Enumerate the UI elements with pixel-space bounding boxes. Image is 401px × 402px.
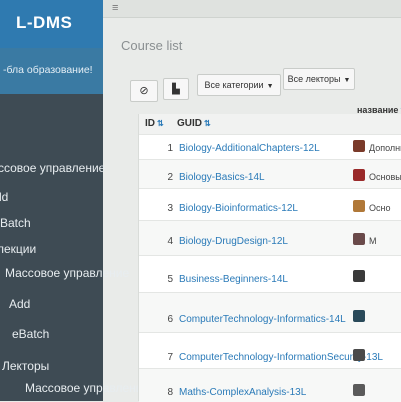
row-name: Основы (369, 172, 401, 182)
course-thumbnail (353, 384, 365, 396)
nav-item-batch[interactable]: Batch (0, 216, 31, 230)
menu-icon[interactable]: ≡ (112, 2, 118, 14)
row-id: 5 (167, 274, 173, 285)
nav-item-lectures-ebatch[interactable]: eBatch (12, 327, 49, 341)
chevron-down-icon: ▼ (343, 77, 351, 84)
brand-logo-text: L-DMS (16, 13, 73, 32)
nav-item-lectures-add[interactable]: Add (9, 297, 30, 311)
row-id: 1 (167, 143, 173, 154)
course-thumbnail (353, 270, 365, 282)
sort-icon: ⇅ (204, 119, 211, 128)
main-content: Course list ⊘ ▙ Все категории ▼ Все лекто… (103, 18, 401, 402)
course-thumbnail (353, 169, 365, 181)
chevron-down-icon: ▼ (266, 83, 274, 90)
row-guid-link[interactable]: Biology-AdditionalChapters-12L (179, 143, 320, 154)
table-row[interactable]: 7 ComputerTechnology-InformationSecurity… (139, 332, 401, 369)
nav-item-lectures[interactable]: лекции (0, 242, 36, 256)
row-guid-link[interactable]: Biology-DrugDesign-12L (179, 236, 288, 247)
categories-select[interactable]: Все категории ▼ (197, 74, 281, 96)
course-thumbnail (353, 200, 365, 212)
row-name: М (369, 236, 377, 246)
nav-item-lecturers[interactable]: Лекторы (2, 359, 49, 373)
table-row[interactable]: 5 Business-Beginners-14L (139, 255, 401, 293)
lecturers-label: Все лекторы (287, 74, 341, 84)
row-id: 7 (167, 352, 173, 363)
course-thumbnail (353, 349, 365, 361)
row-id: 2 (167, 172, 173, 183)
table-row[interactable]: 3 Biology-Bioinformatics-12L Осно (139, 188, 401, 221)
nav-item-add[interactable]: ld (0, 190, 8, 204)
column-header-name[interactable]: название⇅ (357, 100, 401, 120)
table-row[interactable]: 1 Biology-AdditionalChapters-12L Дополни… (139, 134, 401, 160)
welcome-panel: -бла образование! (0, 48, 103, 94)
sidebar: L-DMS -бла образование! ссовое управлени… (0, 0, 149, 401)
row-name: Осно (369, 203, 391, 213)
page-title: Course list (121, 38, 183, 53)
table-row[interactable]: 4 Biology-DrugDesign-12L М (139, 220, 401, 256)
row-guid-link[interactable]: Biology-Bioinformatics-12L (179, 203, 298, 214)
row-id: 3 (167, 203, 173, 214)
copy-button[interactable]: ▙ (163, 78, 189, 100)
disable-button[interactable]: ⊘ (130, 80, 158, 102)
table-row[interactable]: 8 Maths-ComplexAnalysis-13L (139, 368, 401, 402)
top-bar: ≡ (103, 0, 401, 18)
course-thumbnail (353, 233, 365, 245)
course-thumbnail (353, 140, 365, 152)
row-guid-link[interactable]: Business-Beginners-14L (179, 274, 288, 285)
row-name: Дополните (369, 143, 401, 153)
copy-icon: ▙ (172, 84, 180, 95)
row-id: 8 (167, 387, 173, 398)
row-guid-link[interactable]: Biology-Basics-14L (179, 172, 265, 183)
table-row[interactable]: 6 ComputerTechnology-Informatics-14L (139, 292, 401, 333)
welcome-text: -бла образование! (3, 64, 93, 76)
course-thumbnail (353, 310, 365, 322)
sort-icon: ⇅ (157, 119, 164, 128)
brand-header[interactable]: L-DMS (0, 0, 103, 48)
disable-icon: ⊘ (139, 85, 149, 97)
table-row[interactable]: 2 Biology-Basics-14L Основы (139, 159, 401, 189)
row-id: 6 (167, 314, 173, 325)
course-table: ID⇅ GUID⇅ название⇅ 1 Biology-Additional… (138, 105, 401, 402)
lecturers-select[interactable]: Все лекторы ▼ (283, 68, 355, 90)
row-id: 4 (167, 236, 173, 247)
row-guid-link[interactable]: Maths-ComplexAnalysis-13L (179, 387, 306, 398)
categories-label: Все категории (204, 80, 264, 90)
nav-item-mass-management[interactable]: ссовое управление (0, 161, 105, 175)
row-guid-link[interactable]: ComputerTechnology-Informatics-14L (179, 314, 346, 325)
